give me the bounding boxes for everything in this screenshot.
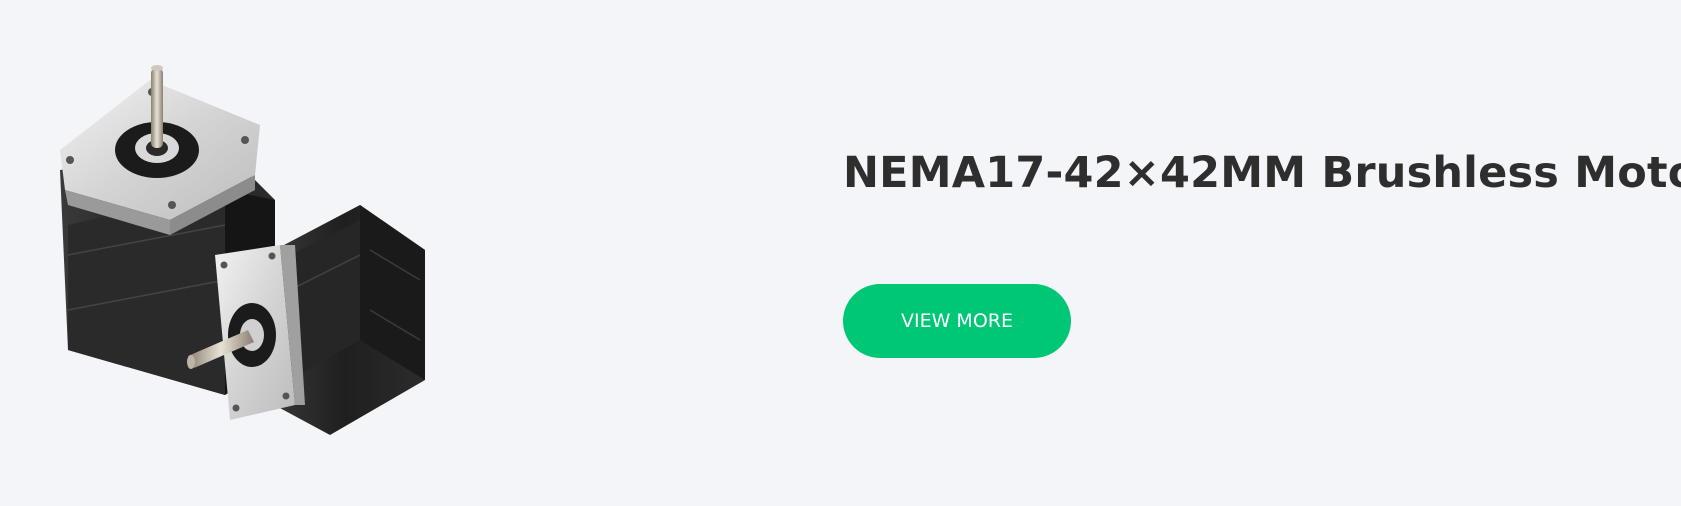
product-image <box>40 50 480 450</box>
view-more-button[interactable]: VIEW MORE <box>843 284 1071 358</box>
product-info: NEMA17-42×42MM Brushless Motor <box>843 138 1681 208</box>
stepper-motors-illustration <box>60 65 425 435</box>
product-title: NEMA17-42×42MM Brushless Motor <box>843 148 1681 198</box>
product-section: NEMA17-42×42MM Brushless Motor VIEW MORE <box>0 0 1681 506</box>
